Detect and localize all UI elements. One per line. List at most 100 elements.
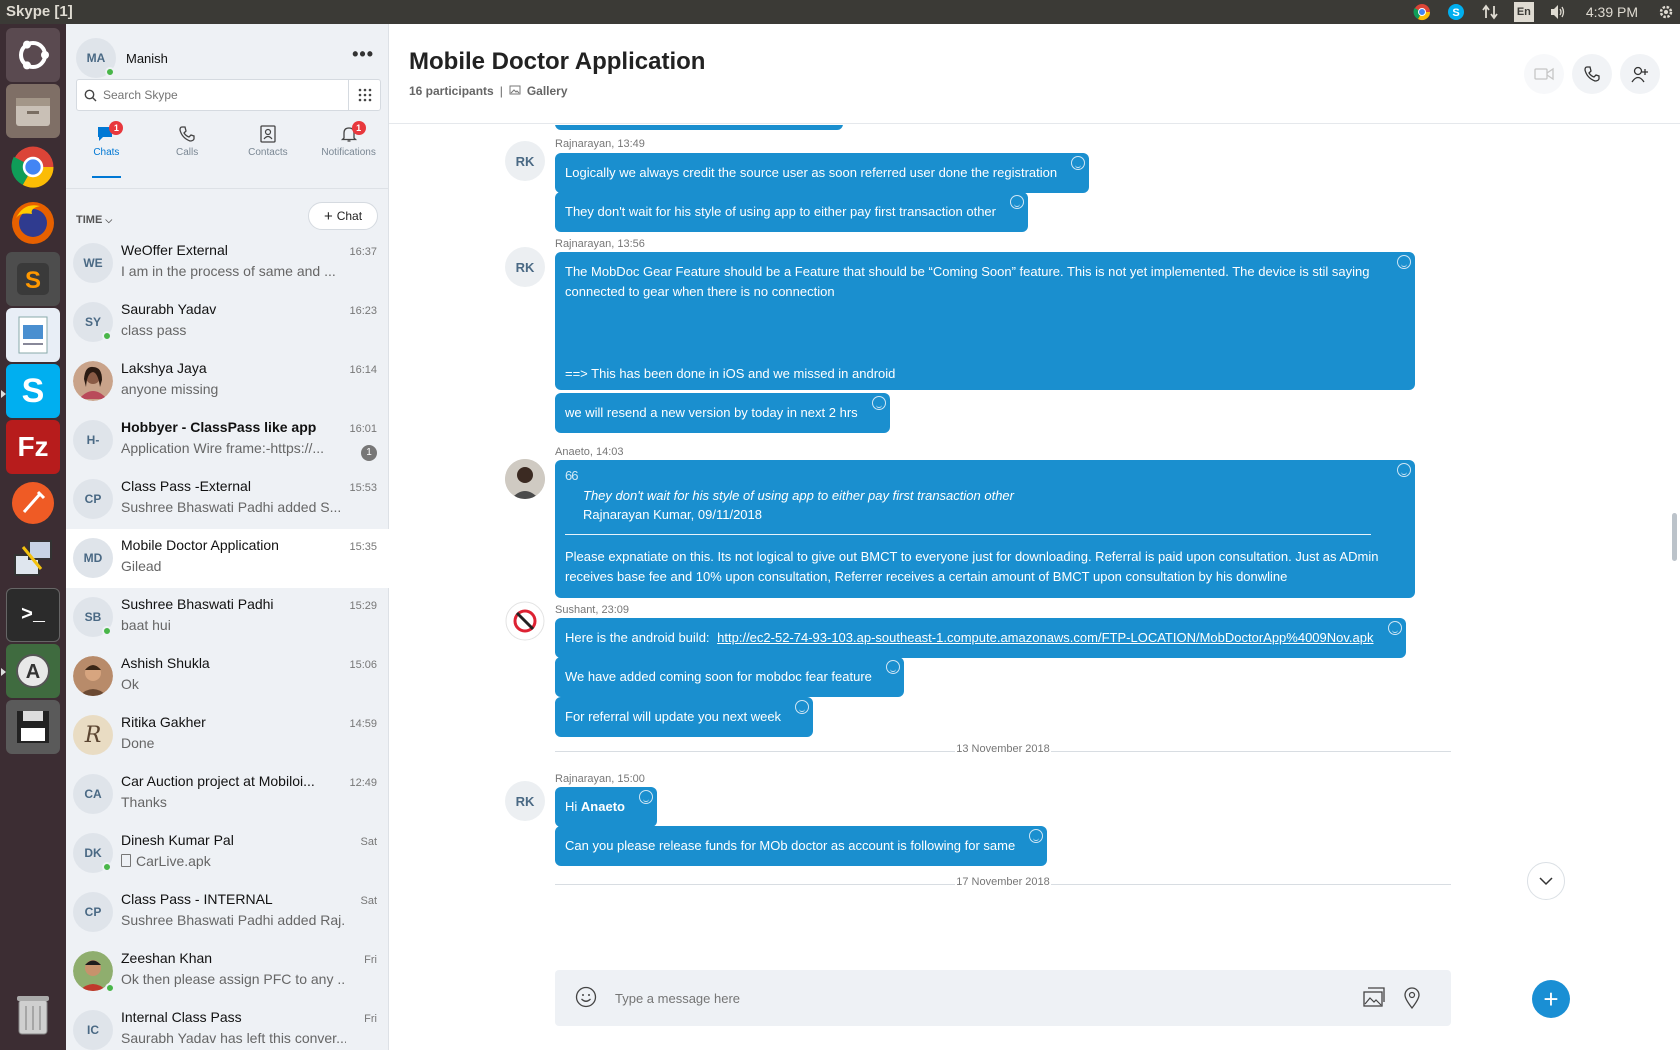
avatar: H- <box>73 420 113 460</box>
terminal-icon[interactable]: >_ <box>6 588 60 642</box>
react-smiley-icon[interactable] <box>1397 255 1411 269</box>
avatar[interactable]: RK <box>505 141 545 181</box>
sort-dropdown[interactable]: TIME ⌵ <box>76 214 112 226</box>
react-smiley-icon[interactable] <box>1397 463 1411 477</box>
postman-icon[interactable] <box>6 476 60 530</box>
avatar[interactable]: MA <box>76 38 116 78</box>
profile-name[interactable]: Manish <box>126 51 168 66</box>
avatar-initials: RK <box>515 259 535 275</box>
message-bubble[interactable]: For referral will update you next week <box>555 697 814 737</box>
firefox-icon[interactable] <box>6 196 60 250</box>
sublime-text-icon[interactable]: S <box>6 252 60 306</box>
mention[interactable]: Anaeto <box>581 799 625 814</box>
avatar-photo[interactable] <box>505 459 545 499</box>
message-bubble[interactable]: Here is the android build: http://ec2-52… <box>555 618 1406 658</box>
tab-contacts[interactable]: Contacts <box>228 119 309 188</box>
location-pin-icon[interactable] <box>1402 986 1426 1010</box>
list-item[interactable]: Ashish Shukla Ok 15:06 <box>66 647 389 706</box>
react-smiley-icon[interactable] <box>795 700 810 714</box>
message-bubble[interactable]: Can you please release funds for MOb doc… <box>555 826 1048 866</box>
scroll-to-bottom-button[interactable] <box>1527 862 1565 900</box>
list-item[interactable]: MD Mobile Doctor Application Gilead 15:3… <box>66 529 389 588</box>
scrollbar-thumb[interactable] <box>1672 513 1677 561</box>
apk-download-link[interactable]: http://ec2-52-74-93-103.ap-southeast-1.c… <box>717 630 1373 645</box>
network-tool-icon[interactable] <box>6 532 60 586</box>
add-attachment-button[interactable]: + <box>1532 980 1570 1018</box>
date-separator: 17 November 2018 <box>555 876 1451 892</box>
list-item[interactable]: Zeeshan Khan Ok then please assign PFC t… <box>66 942 389 1001</box>
avatar-initials: RK <box>515 793 535 809</box>
skype-icon[interactable]: S <box>6 364 60 418</box>
message-bubble[interactable]: 66 They don't wait for his style of usin… <box>555 460 1415 598</box>
unread-count-badge: 1 <box>361 445 377 461</box>
keyboard-language-indicator[interactable]: En <box>1513 2 1534 22</box>
skype-tray-icon[interactable]: S <box>1446 2 1466 22</box>
avatar[interactable]: RK <box>505 247 545 287</box>
network-icon[interactable] <box>1480 2 1500 22</box>
list-item[interactable]: DK Dinesh Kumar Pal CarLive.apk Sat <box>66 824 389 883</box>
message-text: We have added coming soon for mobdoc fea… <box>565 669 872 684</box>
list-item[interactable]: R Ritika Gakher Done 14:59 <box>66 706 389 765</box>
message-bubble[interactable]: Hi Anaeto <box>555 787 657 827</box>
trash-icon[interactable] <box>6 988 60 1042</box>
media-gallery-icon[interactable] <box>1362 986 1386 1010</box>
software-updater-icon[interactable]: A <box>6 644 60 698</box>
list-item[interactable]: Lakshya Jaya anyone missing 16:14 <box>66 352 389 411</box>
react-smiley-icon[interactable] <box>638 790 653 804</box>
react-smiley-icon[interactable] <box>885 660 900 674</box>
list-item[interactable]: SY Saurabh Yadav class pass 16:23 <box>66 293 389 352</box>
settings-gear-icon[interactable] <box>1656 2 1676 22</box>
audio-call-button[interactable] <box>1572 54 1612 94</box>
list-item[interactable]: H- Hobbyer - ClassPass like app Applicat… <box>66 411 389 470</box>
clock[interactable]: 4:39 PM <box>1586 4 1638 20</box>
chrome-tray-icon[interactable] <box>1412 2 1432 22</box>
profile[interactable]: MA Manish <box>76 38 168 78</box>
tab-label: Notifications <box>321 147 376 158</box>
tab-notifications[interactable]: 1 Notifications <box>308 119 389 188</box>
search-box[interactable] <box>76 79 381 111</box>
new-chat-button[interactable]: + Chat <box>308 202 378 230</box>
filezilla-icon[interactable]: Fz <box>6 420 60 474</box>
chat-preview: CarLive.apk <box>121 853 346 869</box>
chrome-icon[interactable] <box>6 140 60 194</box>
dialpad-icon[interactable] <box>348 80 380 110</box>
add-participant-button[interactable] <box>1620 54 1660 94</box>
message-bubble[interactable]: Logically we always credit the source us… <box>555 153 1090 193</box>
message-bubble[interactable]: The MobDoc Gear Feature should be a Feat… <box>555 252 1415 390</box>
react-smiley-icon[interactable] <box>1029 829 1044 843</box>
more-options-icon[interactable]: ••• <box>352 44 374 65</box>
message-bubble-partial[interactable] <box>555 125 843 130</box>
dash-icon[interactable] <box>6 28 60 82</box>
page-title[interactable]: Mobile Doctor Application <box>409 48 705 76</box>
tab-calls[interactable]: Calls <box>147 119 228 188</box>
search-input[interactable] <box>103 81 348 109</box>
participants-count[interactable]: 16 participants <box>409 84 494 98</box>
list-item[interactable]: WE WeOffer External I am in the process … <box>66 234 389 293</box>
list-item[interactable]: CP Class Pass -External Sushree Bhaswati… <box>66 470 389 529</box>
message-list: RK Rajnarayan, 13:49 Logically we always… <box>389 125 1680 955</box>
emoji-icon[interactable] <box>575 986 599 1010</box>
message-bubble[interactable]: They don't wait for his style of using a… <box>555 192 1028 232</box>
list-item[interactable]: CP Class Pass - INTERNAL Sushree Bhaswat… <box>66 883 389 942</box>
message-text: For referral will update you next week <box>565 709 782 724</box>
avatar[interactable]: RK <box>505 781 545 821</box>
save-icon[interactable] <box>6 700 60 754</box>
gallery-link[interactable]: Gallery <box>527 84 568 98</box>
tab-chats[interactable]: 1 Chats <box>66 119 147 188</box>
message-bubble[interactable]: We have added coming soon for mobdoc fea… <box>555 657 904 697</box>
list-item[interactable]: CA Car Auction project at Mobiloi... Tha… <box>66 765 389 824</box>
react-smiley-icon[interactable] <box>1071 156 1086 170</box>
react-smiley-icon[interactable] <box>1009 195 1024 209</box>
files-icon[interactable] <box>6 84 60 138</box>
chat-preview: I am in the process of same and ... <box>121 263 336 279</box>
video-call-button[interactable] <box>1524 54 1564 94</box>
react-smiley-icon[interactable] <box>871 396 886 410</box>
list-item[interactable]: SB Sushree Bhaswati Padhi baat hui 15:29 <box>66 588 389 647</box>
react-smiley-icon[interactable] <box>1387 621 1402 635</box>
message-bubble[interactable]: we will resend a new version by today in… <box>555 393 890 433</box>
list-item[interactable]: IC Internal Class Pass Saurabh Yadav has… <box>66 1001 389 1050</box>
document-viewer-icon[interactable] <box>6 308 60 362</box>
message-input[interactable] <box>615 984 1315 1012</box>
volume-icon[interactable] <box>1548 2 1568 22</box>
avatar-photo[interactable] <box>505 601 545 641</box>
